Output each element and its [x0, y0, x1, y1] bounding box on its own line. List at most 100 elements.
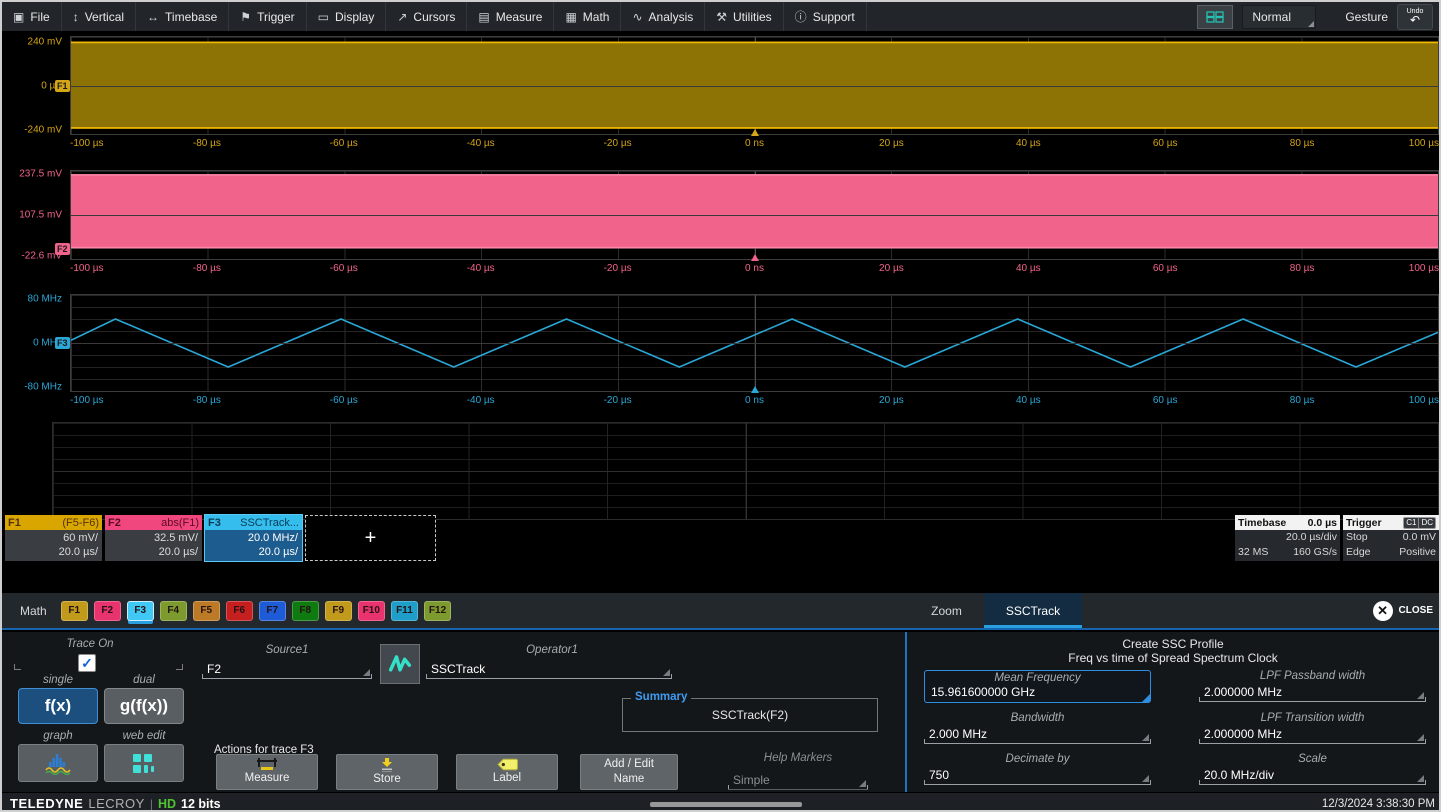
single-fx-button[interactable]: f(x) — [18, 688, 98, 724]
trace-on-checkbox[interactable]: ✓ — [78, 654, 96, 672]
waveform-display-area: 240 mV0 µV-240 mVF1-100 µs-80 µs-60 µs-4… — [2, 32, 1441, 543]
add-edit-line2: Name — [614, 773, 645, 786]
display-mode-value: Normal — [1252, 10, 1291, 24]
oscilloscope-app: ▣File↕Vertical↔Timebase⚑Trigger▭Display↗… — [0, 0, 1441, 812]
scroll-thumb[interactable] — [650, 802, 802, 807]
graph-plot-f1[interactable] — [70, 36, 1439, 135]
add-edit-name-button[interactable]: Add / Edit Name — [580, 754, 678, 790]
tab-f4[interactable]: F4 — [160, 601, 187, 621]
trace-vscale: 32.5 mV/ — [109, 531, 198, 545]
menu-item-measure[interactable]: ▤Measure — [467, 2, 554, 31]
x-axis-tick: -40 µs — [467, 395, 495, 406]
timebase-box[interactable]: Timebase0.0 µs 20.0 µs/div 32 MS160 GS/s — [1235, 515, 1340, 561]
web-edit-label: web edit — [104, 730, 184, 742]
summary-value: SSCTrack(F2) — [623, 699, 877, 731]
tab-f5[interactable]: F5 — [193, 601, 220, 621]
close-icon: ✕ — [1373, 601, 1393, 621]
tab-f8[interactable]: F8 — [292, 601, 319, 621]
x-axis-tick: -20 µs — [604, 395, 632, 406]
x-axis-tick: -40 µs — [467, 138, 495, 149]
timebase-offset: 0.0 µs — [1308, 517, 1337, 529]
tab-f1[interactable]: F1 — [61, 601, 88, 621]
tab-f3[interactable]: F3 — [127, 601, 154, 621]
grid-display-button[interactable] — [1197, 5, 1233, 29]
add-edit-line1: Add / Edit — [604, 758, 654, 771]
field-value: 2.000 MHz — [929, 727, 987, 741]
menu-item-file[interactable]: ▣File — [2, 2, 62, 31]
menu-item-utilities[interactable]: ⚒Utilities — [705, 2, 783, 31]
store-button[interactable]: Store — [336, 754, 438, 790]
ssc-profile-title: Create SSC Profile — [907, 637, 1439, 651]
menu-item-timebase[interactable]: ↔Timebase — [136, 2, 229, 31]
tab-f6[interactable]: F6 — [226, 601, 253, 621]
f3-trace-badge[interactable]: F3 — [55, 337, 70, 349]
field-dropdown[interactable]: 2.000 MHz — [924, 726, 1151, 744]
tab-zoom[interactable]: Zoom — [909, 593, 984, 628]
graph-plot-f3[interactable] — [70, 294, 1439, 392]
cursors-icon: ↗ — [397, 10, 407, 24]
field-dropdown[interactable]: 750 — [924, 767, 1151, 785]
help-markers-value: Simple — [733, 773, 770, 787]
f2-trace-badge[interactable]: F2 — [55, 243, 70, 255]
dropdown-corner-icon — [663, 669, 670, 676]
dual-gfx-button[interactable]: g(f(x)) — [104, 688, 184, 724]
ssctrack-waveform-icon — [386, 650, 414, 678]
trace-hscale: 20.0 µs/ — [209, 545, 298, 559]
ssc-profile-subtitle: Freq vs time of Spread Spectrum Clock — [907, 651, 1439, 665]
menu-item-label: Utilities — [733, 10, 772, 24]
f1-trace-badge[interactable]: F1 — [55, 80, 70, 92]
x-axis-tick: -20 µs — [604, 263, 632, 274]
x-axis-tick: 80 µs — [1290, 138, 1315, 149]
menu-item-vertical[interactable]: ↕Vertical — [62, 2, 136, 31]
tab-f9[interactable]: F9 — [325, 601, 352, 621]
trace-descriptor-f1[interactable]: F1(F5-F6) 60 mV/20.0 µs/ — [5, 515, 102, 561]
tab-f7[interactable]: F7 — [259, 601, 286, 621]
field-decimate-by: Decimate by750 — [924, 753, 1151, 785]
tab-f2[interactable]: F2 — [94, 601, 121, 621]
tab-f11[interactable]: F11 — [391, 601, 418, 621]
menu-item-trigger[interactable]: ⚑Trigger — [229, 2, 306, 31]
datetime-label: 12/3/2024 3:38:30 PM — [1322, 798, 1435, 810]
file-icon: ▣ — [13, 10, 24, 24]
measure-button[interactable]: Measure — [216, 754, 318, 790]
measure-label: Measure — [245, 772, 290, 785]
close-button[interactable]: ✕ CLOSE — [1373, 601, 1441, 621]
tab-f12[interactable]: F12 — [424, 601, 451, 621]
menu-item-analysis[interactable]: ∿Analysis — [621, 2, 705, 31]
x-axis-tick: -20 µs — [604, 138, 632, 149]
x-axis-tick: 60 µs — [1153, 395, 1178, 406]
display-icon: ▭ — [318, 10, 329, 24]
tab-ssctrack[interactable]: SSCTrack — [984, 593, 1082, 628]
graph-mode-button[interactable] — [18, 744, 98, 782]
checkmark-icon: ✓ — [81, 656, 93, 670]
x-axis-tick: 60 µs — [1153, 138, 1178, 149]
add-trace-button[interactable]: + — [305, 515, 436, 561]
field-value: 2.000000 MHz — [1204, 685, 1282, 699]
trace-descriptor-f3[interactable]: F3SSCTrack... 20.0 MHz/20.0 µs/ — [205, 515, 302, 561]
trace-formula: (F5-F6) — [62, 517, 99, 529]
trace-descriptor-f2[interactable]: F2abs(F1) 32.5 mV/20.0 µs/ — [105, 515, 202, 561]
trigger-box[interactable]: Trigger C1DC Stop0.0 mV EdgePositive — [1343, 515, 1439, 561]
menu-item-math[interactable]: ▦Math — [554, 2, 621, 31]
source1-dropdown[interactable]: F2 — [202, 661, 372, 679]
field-dropdown[interactable]: 2.000000 MHz — [1199, 726, 1426, 744]
x-axis-tick: -100 µs — [70, 395, 104, 406]
help-markers-dropdown[interactable]: Simple — [728, 772, 868, 790]
web-edit-button[interactable] — [104, 744, 184, 782]
menu-item-support[interactable]: ⓘSupport — [784, 2, 867, 31]
menu-item-label: Timebase — [165, 10, 217, 24]
field-dropdown[interactable]: 2.000000 MHz — [1199, 684, 1426, 702]
label-button[interactable]: Label — [456, 754, 558, 790]
display-mode-dropdown[interactable]: Normal — [1242, 5, 1316, 29]
tab-f10[interactable]: F10 — [358, 601, 385, 621]
field-mean-frequency[interactable]: Mean Frequency15.961600000 GHz — [924, 670, 1151, 703]
menu-item-display[interactable]: ▭Display — [307, 2, 387, 31]
operator1-label: Operator1 — [432, 644, 672, 656]
undo-button[interactable]: Undo ↶ — [1397, 4, 1433, 30]
field-dropdown[interactable]: 20.0 MHz/div — [1199, 767, 1426, 785]
operator1-dropdown[interactable]: SSCTrack — [426, 661, 672, 679]
trace-on-label: Trace On — [30, 638, 150, 650]
trigger-type: Edge — [1346, 545, 1371, 560]
graph-plot-f2[interactable] — [70, 170, 1439, 260]
menu-item-cursors[interactable]: ↗Cursors — [386, 2, 467, 31]
